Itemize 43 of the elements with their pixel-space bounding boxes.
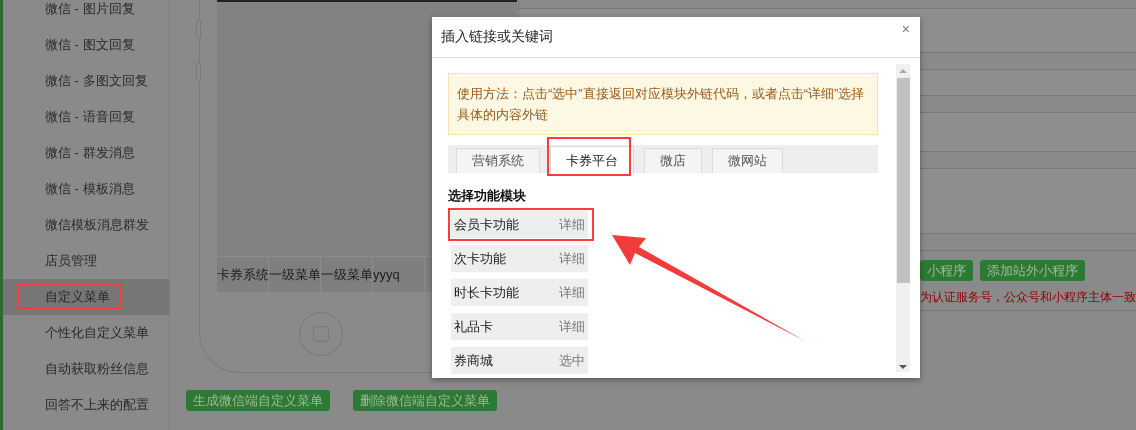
module-item[interactable]: 券商城 选中 <box>451 347 588 374</box>
module-label: 券商城 <box>454 351 493 370</box>
module-link[interactable]: 详细 <box>559 215 585 234</box>
sidebar-item[interactable]: 微信 - 图片回复 <box>3 0 169 27</box>
module-label: 时长卡功能 <box>454 283 519 302</box>
sidebar-item[interactable]: 回答不上来的配置 <box>3 387 169 423</box>
sidebar-item[interactable]: 店员管理 <box>3 243 169 279</box>
sidebar-item[interactable]: 微信 - 语音回复 <box>3 99 169 135</box>
module-item[interactable]: 礼品卡 详细 <box>451 313 588 340</box>
sidebar-item[interactable]: 自动获取粉丝信息 <box>3 351 169 387</box>
notice-text: 为认证服务号，公众号和小程序主体一致 <box>920 290 1136 305</box>
module-item[interactable]: 时长卡功能 详细 <box>451 279 588 306</box>
tab[interactable]: 卡券平台 <box>550 146 634 174</box>
module-link[interactable]: 详细 <box>559 283 585 302</box>
tab[interactable]: 微网站 <box>712 148 783 173</box>
usage-notice: 使用方法：点击“选中”直接返回对应模块外链代码，或者点击“详细”选择具体的内容外链 <box>448 73 878 135</box>
close-button[interactable]: × <box>901 21 910 37</box>
tab[interactable]: 营销系统 <box>456 148 540 173</box>
menu-item[interactable]: 卡券系统 <box>217 257 269 292</box>
menu-item[interactable]: yyyq <box>373 257 425 292</box>
miniprogram-button[interactable]: 小程序 <box>920 260 973 281</box>
sidebar-item[interactable]: 微信模板消息群发 <box>3 207 169 243</box>
module-link[interactable]: 详细 <box>559 249 585 268</box>
sidebar-item[interactable]: 微信 - 多图文回复 <box>3 63 169 99</box>
module-link[interactable]: 详细 <box>559 317 585 336</box>
sidebar-item[interactable]: 自定义菜单 <box>3 279 169 315</box>
sidebar-item[interactable]: 个性化自定义菜单 <box>3 315 169 351</box>
sidebar-item[interactable]: 微信 - 群发消息 <box>3 135 169 171</box>
miniprogram-button[interactable]: 添加站外小程序 <box>980 260 1085 281</box>
module-item[interactable]: 会员卡功能 详细 <box>451 211 588 238</box>
tab[interactable]: 微店 <box>644 148 702 173</box>
action-button[interactable]: 删除微信端自定义菜单 <box>353 390 497 411</box>
section-title: 选择功能模块 <box>448 187 527 205</box>
dialog-title: 插入链接或关键词 <box>441 28 553 46</box>
scrollbar[interactable] <box>896 64 910 372</box>
sidebar-item[interactable]: 微信 - 模板消息 <box>3 171 169 207</box>
module-label: 礼品卡 <box>454 317 493 336</box>
module-label: 次卡功能 <box>454 249 506 268</box>
module-link[interactable]: 选中 <box>559 351 585 370</box>
action-button[interactable]: 生成微信端自定义菜单 <box>186 390 330 411</box>
sidebar-item[interactable]: 微信 - 图文回复 <box>3 27 169 63</box>
module-item[interactable]: 次卡功能 详细 <box>451 245 588 272</box>
module-label: 会员卡功能 <box>454 215 519 234</box>
